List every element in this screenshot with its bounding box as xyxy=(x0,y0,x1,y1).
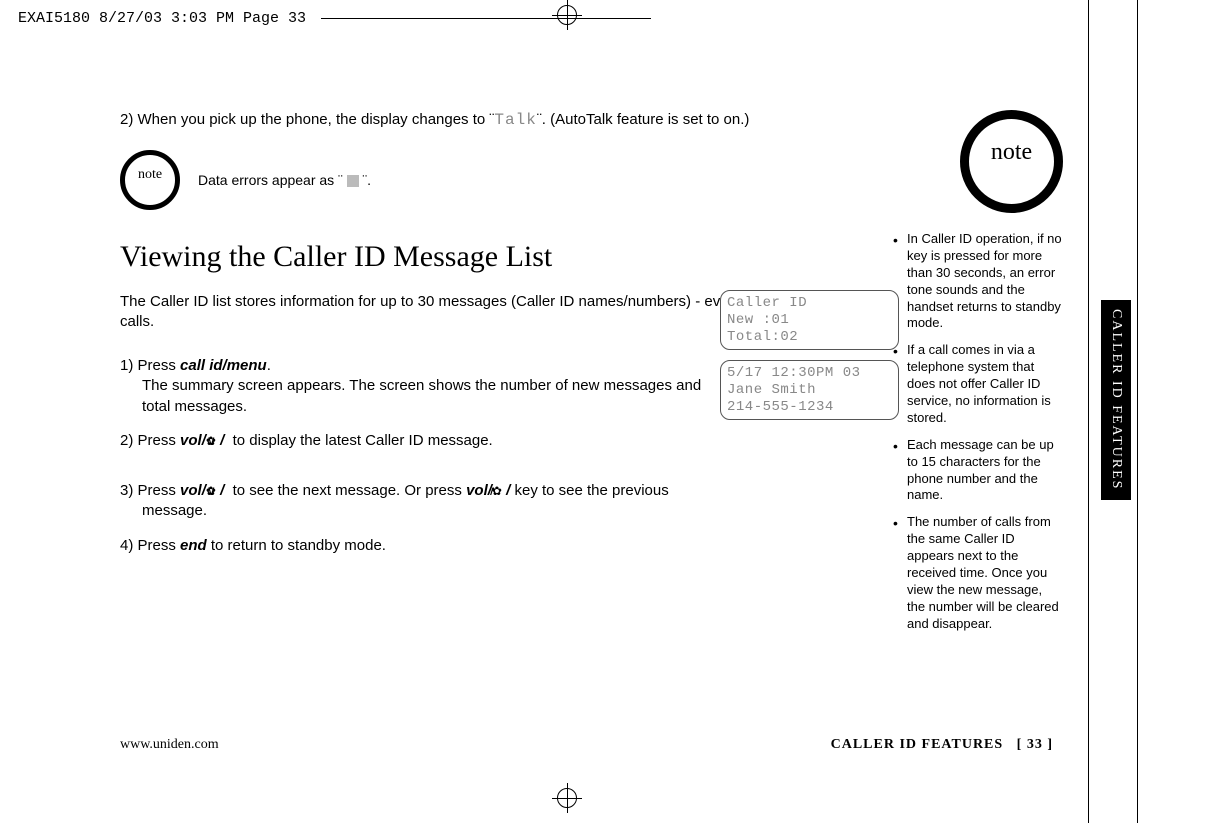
inline-note: note Data errors appear as ¨ ¨. xyxy=(120,150,830,210)
step-2: 2) Press vol/✿ / ∨ to display the latest… xyxy=(120,431,702,451)
note-bullet: Each message can be up to 15 characters … xyxy=(893,437,1063,505)
talk-display-text: Talk xyxy=(494,111,536,129)
data-errors-text: Data errors appear as ¨ ¨. xyxy=(198,172,371,188)
footer-section-label: CALLER ID FEATURES xyxy=(831,737,1004,752)
lcd-summary-screen: Caller ID New :01 Total:02 xyxy=(720,290,899,350)
lcd-line: 214-555-1234 xyxy=(727,399,892,416)
step-3: 3) Press vol/✿ / ∨ to see the next messa… xyxy=(120,481,702,522)
step-1-desc: The summary screen appears. The screen s… xyxy=(142,377,701,414)
section-title: Viewing the Caller ID Message List xyxy=(120,240,830,274)
key-vol: vol/ xyxy=(180,432,206,449)
footer-page-number: [ 33 ] xyxy=(1017,737,1053,752)
prepress-slug: EXAI5180 8/27/03 3:03 PM Page 33 xyxy=(18,10,306,27)
lcd-line: Caller ID xyxy=(727,295,892,312)
page-footer: www.uniden.com CALLER ID FEATURES [ 33 ] xyxy=(120,737,1053,753)
side-section-tab: CALLER ID FEATURES xyxy=(1101,300,1131,500)
key-call-id-menu: call id/menu xyxy=(180,357,267,374)
prepress-header: EXAI5180 8/27/03 3:03 PM Page 33 xyxy=(18,10,651,27)
data-error-square-icon xyxy=(347,175,359,187)
lcd-line: Jane Smith xyxy=(727,382,892,399)
footer-url: www.uniden.com xyxy=(120,737,219,753)
step-1: 1) Press call id/menu. The summary scree… xyxy=(120,356,702,417)
registration-mark-bottom xyxy=(557,788,577,808)
note-bullet: In Caller ID operation, if no key is pre… xyxy=(893,231,1063,332)
note-bullet: The number of calls from the same Caller… xyxy=(893,514,1063,632)
sidebar-notes: note In Caller ID operation, if no key i… xyxy=(893,110,1063,643)
lcd-line: Total:02 xyxy=(727,329,892,346)
step-4: 4) Press end to return to standby mode. xyxy=(120,536,702,556)
note-icon: note xyxy=(120,150,180,210)
footer-right: CALLER ID FEATURES [ 33 ] xyxy=(831,737,1053,753)
lcd-line: 5/17 12:30PM 03 xyxy=(727,365,892,382)
note-icon-large: note xyxy=(960,110,1063,213)
lcd-message-screen: 5/17 12:30PM 03 Jane Smith 214-555-1234 xyxy=(720,360,899,420)
step-2-autotalk: 2) When you pick up the phone, the displ… xyxy=(120,110,830,132)
lcd-line: New :01 xyxy=(727,312,892,329)
key-end: end xyxy=(180,537,207,554)
note-bullet: If a call comes in via a telephone syste… xyxy=(893,342,1063,426)
